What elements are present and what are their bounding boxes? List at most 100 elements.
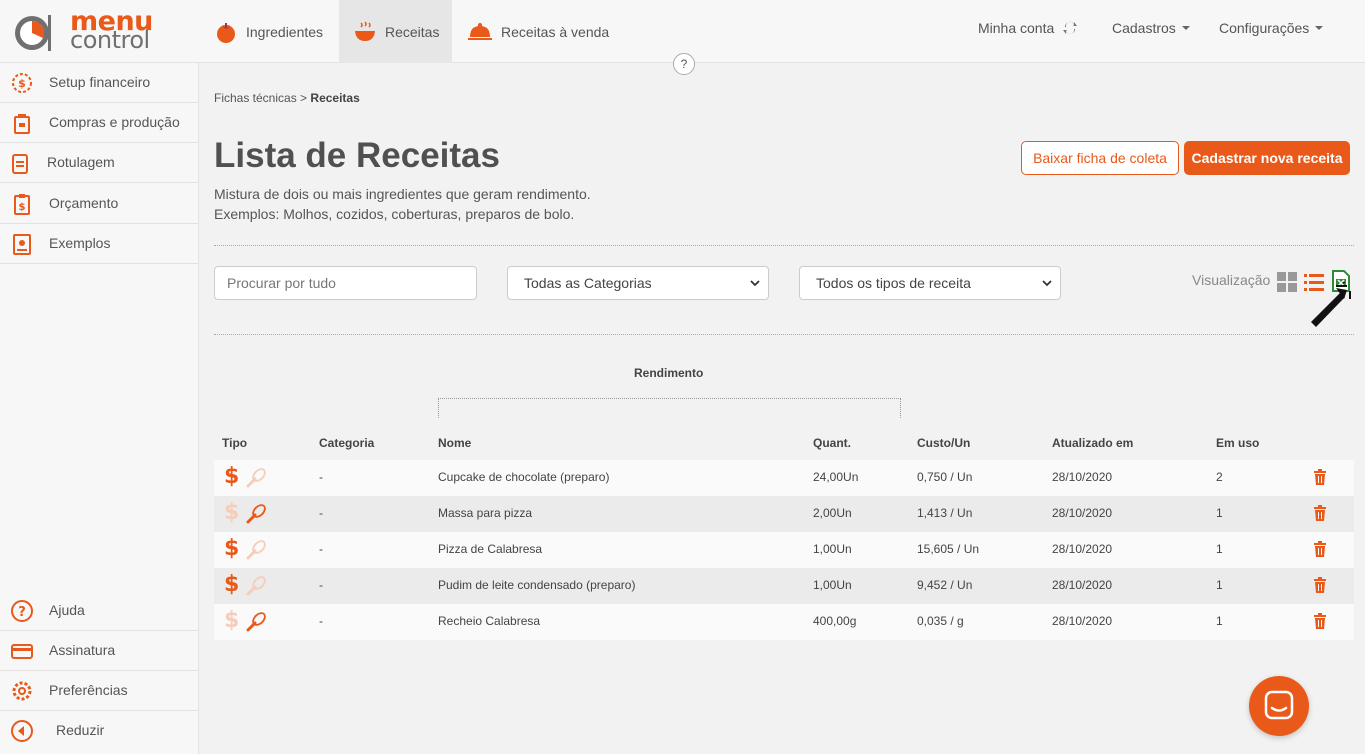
trash-icon[interactable] bbox=[1313, 613, 1327, 629]
sidebar-item-assinatura[interactable]: Assinatura bbox=[0, 631, 198, 671]
recipe-type-select[interactable]: Todos os tipos de receita bbox=[799, 266, 1061, 300]
cell-nome[interactable]: Pudim de leite condensado (preparo) bbox=[438, 578, 635, 592]
configuracoes-label: Configurações bbox=[1219, 20, 1310, 36]
sidebar-item-rotulagem[interactable]: Rotulagem bbox=[0, 143, 198, 183]
cell-custo: 1,413 / Un bbox=[917, 506, 973, 520]
table-row[interactable]: $ - Pizza de Calabresa 1,00Un 15,605 / Un 28/… bbox=[214, 532, 1354, 568]
table-row[interactable]: $ - Cupcake de chocolate (preparo) 24,00Un 0… bbox=[214, 460, 1354, 496]
recipe-type-select-value: Todos os tipos de receita bbox=[816, 275, 971, 291]
trash-icon[interactable] bbox=[1313, 541, 1327, 557]
chat-button[interactable] bbox=[1249, 676, 1309, 736]
view-label: Visualização bbox=[1192, 272, 1271, 288]
collapse-arrow-icon bbox=[11, 720, 33, 742]
sale-dollar-icon[interactable]: $ bbox=[224, 464, 239, 490]
sidebar-item-setup-financeiro[interactable]: $ Setup financeiro bbox=[0, 63, 198, 103]
col-header-em-uso[interactable]: Em uso bbox=[1216, 436, 1259, 450]
logo[interactable]: menu control bbox=[14, 8, 154, 54]
download-collection-sheet-button[interactable]: Baixar ficha de coleta bbox=[1021, 141, 1179, 175]
sidebar-item-orcamento[interactable]: $ Orçamento bbox=[0, 184, 198, 224]
cell-em-uso: 1 bbox=[1216, 578, 1223, 592]
new-recipe-button[interactable]: Cadastrar nova receita bbox=[1184, 141, 1350, 175]
label-jar-icon bbox=[12, 154, 28, 174]
sidebar: $ Setup financeiro Compras e produção Ro… bbox=[0, 63, 199, 754]
account-menu[interactable]: Minha conta bbox=[978, 0, 1078, 56]
gear-dollar-icon: $ bbox=[12, 73, 32, 93]
category-select[interactable]: Todas as Categorias bbox=[507, 266, 769, 300]
page-title: Lista de Receitas bbox=[214, 136, 500, 175]
col-header-quant[interactable]: Quant. bbox=[813, 436, 851, 450]
trash-icon[interactable] bbox=[1313, 469, 1327, 485]
tab-ingredientes[interactable]: Ingredientes bbox=[214, 0, 323, 63]
cadastros-label: Cadastros bbox=[1112, 20, 1176, 36]
cell-quant: 1,00Un bbox=[813, 542, 852, 556]
sidebar-item-ajuda[interactable]: ? Ajuda bbox=[0, 591, 198, 631]
svg-text:$: $ bbox=[19, 202, 26, 213]
col-header-atualizado[interactable]: Atualizado em bbox=[1052, 436, 1133, 450]
sidebar-item-reduzir[interactable]: Reduzir bbox=[0, 711, 198, 753]
whisk-icon[interactable] bbox=[245, 467, 267, 489]
cell-quant: 24,00Un bbox=[813, 470, 859, 484]
configuracoes-menu[interactable]: Configurações bbox=[1219, 0, 1324, 56]
chevron-down-icon bbox=[1181, 26, 1190, 30]
cell-nome[interactable]: Pizza de Calabresa bbox=[438, 542, 542, 556]
whisk-icon[interactable] bbox=[245, 539, 267, 561]
search-input[interactable] bbox=[214, 266, 477, 300]
whisk-icon[interactable] bbox=[245, 575, 267, 597]
clipboard-dollar-icon: $ bbox=[14, 194, 30, 215]
shopping-bag-icon bbox=[14, 114, 30, 134]
cell-em-uso: 1 bbox=[1216, 542, 1223, 556]
svg-text:?: ? bbox=[18, 605, 26, 620]
sidebar-item-label: Compras e produção bbox=[49, 114, 180, 130]
cell-categoria: - bbox=[319, 614, 323, 628]
sidebar-item-label: Orçamento bbox=[49, 195, 119, 211]
cell-nome[interactable]: Recheio Calabresa bbox=[438, 614, 540, 628]
sidebar-item-exemplos[interactable]: Exemplos bbox=[0, 224, 198, 264]
cell-nome[interactable]: Cupcake de chocolate (preparo) bbox=[438, 470, 609, 484]
table-row[interactable]: $ - Recheio Calabresa 400,00g 0,035 / g 28/10… bbox=[214, 604, 1354, 640]
table-row[interactable]: $ - Pudim de leite condensado (preparo) 1,0… bbox=[214, 568, 1354, 604]
breadcrumb-current: Receitas bbox=[310, 91, 360, 105]
col-header-nome[interactable]: Nome bbox=[438, 436, 471, 450]
cell-quant: 400,00g bbox=[813, 614, 857, 628]
sidebar-item-label: Preferências bbox=[49, 682, 128, 698]
sale-dollar-icon[interactable]: $ bbox=[224, 500, 239, 526]
whisk-icon[interactable] bbox=[245, 611, 267, 633]
cell-custo: 15,605 / Un bbox=[917, 542, 980, 556]
cell-nome[interactable]: Massa para pizza bbox=[438, 506, 532, 520]
grid-view-icon[interactable] bbox=[1276, 271, 1298, 293]
tab-receitas-a-venda[interactable]: Receitas à venda bbox=[467, 0, 609, 63]
page-description-2: Exemplos: Molhos, cozidos, coberturas, p… bbox=[214, 206, 575, 222]
cell-quant: 1,00Un bbox=[813, 578, 852, 592]
divider bbox=[214, 334, 1354, 335]
breadcrumb-parent[interactable]: Fichas técnicas bbox=[214, 91, 297, 105]
sale-dollar-icon[interactable]: $ bbox=[224, 572, 239, 598]
tab-receitas-label: Receitas bbox=[385, 23, 440, 40]
col-header-tipo[interactable]: Tipo bbox=[222, 436, 247, 450]
cell-atualizado: 28/10/2020 bbox=[1052, 614, 1113, 628]
breadcrumb-separator: > bbox=[300, 91, 308, 105]
sidebar-item-preferencias[interactable]: Preferências bbox=[0, 671, 198, 711]
trash-icon[interactable] bbox=[1313, 505, 1327, 521]
whisk-icon[interactable] bbox=[245, 503, 267, 525]
tab-ingredientes-label: Ingredientes bbox=[246, 23, 324, 40]
category-select-value: Todas as Categorias bbox=[524, 275, 652, 291]
cell-categoria: - bbox=[319, 506, 323, 520]
cooking-pot-icon bbox=[355, 20, 375, 41]
sale-dollar-icon[interactable]: $ bbox=[224, 536, 239, 562]
col-header-categoria[interactable]: Categoria bbox=[319, 436, 374, 450]
sidebar-item-label: Assinatura bbox=[49, 642, 116, 658]
sidebar-item-compras[interactable]: Compras e produção bbox=[0, 103, 198, 143]
sale-dollar-icon[interactable]: $ bbox=[224, 608, 239, 634]
help-button[interactable]: ? bbox=[673, 53, 695, 75]
trash-icon[interactable] bbox=[1313, 577, 1327, 593]
cell-em-uso: 1 bbox=[1216, 506, 1223, 520]
cell-custo: 0,750 / Un bbox=[917, 470, 973, 484]
col-header-custo[interactable]: Custo/Un bbox=[917, 436, 970, 450]
cadastros-menu[interactable]: Cadastros bbox=[1112, 0, 1190, 56]
table-row[interactable]: $ - Massa para pizza 2,00Un 1,413 / Un 28/10/… bbox=[214, 496, 1354, 532]
tab-receitas[interactable]: Receitas bbox=[339, 0, 452, 63]
sidebar-item-label: Exemplos bbox=[49, 235, 111, 251]
sidebar-item-label: Ajuda bbox=[49, 602, 85, 618]
tab-receitas-a-venda-label: Receitas à venda bbox=[501, 23, 610, 40]
cell-atualizado: 28/10/2020 bbox=[1052, 542, 1113, 556]
